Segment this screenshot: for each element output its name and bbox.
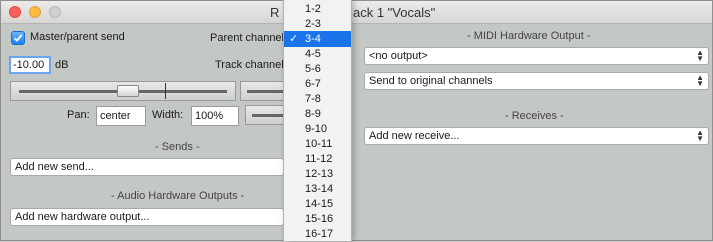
- volume-unity-marker: [165, 83, 166, 99]
- volume-input[interactable]: -10.00: [9, 56, 51, 74]
- channel-menu-item-label: 9-10: [305, 123, 328, 135]
- width-slider[interactable]: [245, 105, 285, 125]
- channel-menu-item[interactable]: 12-13: [284, 166, 351, 182]
- channel-menu-item[interactable]: 15-16: [284, 211, 351, 227]
- add-receive-chevron-icon: ▲ ▼: [696, 128, 704, 143]
- channel-menu-item[interactable]: 6-7: [284, 76, 351, 92]
- channel-menu-item-label: 8-9: [305, 108, 321, 120]
- sends-section-title: - Sends -: [155, 141, 200, 153]
- add-send-label: Add new send...: [15, 161, 94, 173]
- checkmark-icon: ✓: [289, 33, 299, 45]
- channel-menu-item[interactable]: ✓ 3-4: [284, 31, 351, 47]
- channel-menu-item-label: 5-6: [305, 63, 321, 75]
- channel-menu-item-label: 4-5: [305, 48, 321, 60]
- window-title: ack 1 "Vocals": [353, 5, 436, 20]
- volume-slider-thumb[interactable]: [117, 85, 139, 97]
- channel-menu-item[interactable]: 11-12: [284, 151, 351, 167]
- channel-menu-item[interactable]: 14-15: [284, 196, 351, 212]
- routing-window: R ack 1 "Vocals" Master/parent send Pare…: [0, 0, 713, 241]
- midi-output-value: <no output>: [369, 50, 428, 62]
- minimize-window-icon[interactable]: [29, 6, 41, 18]
- channel-menu-item-label: 3-4: [305, 33, 321, 45]
- channel-menu-item[interactable]: 7-8: [284, 91, 351, 107]
- track-channels-label: Track channels: [215, 59, 290, 71]
- master-send-checkbox[interactable]: [11, 31, 25, 45]
- volume-unit-label: dB: [55, 59, 69, 71]
- add-send-dropdown[interactable]: Add new send...: [10, 158, 284, 176]
- width-field[interactable]: 100%: [191, 106, 239, 126]
- channel-menu-item-label: 1-2: [305, 3, 321, 15]
- channel-menu-item[interactable]: 5-6: [284, 61, 351, 77]
- channel-menu-item-label: 14-15: [305, 198, 334, 210]
- add-hardware-output-dropdown[interactable]: Add new hardware output...: [10, 208, 284, 226]
- channel-menu-item-label: 7-8: [305, 93, 321, 105]
- channel-dropdown-menu[interactable]: 1-2 2-3 ✓ 3-4 4-5 5-6 6-7 7-8 8-9 9-10 10-11 11-12 1…: [283, 0, 352, 241]
- channel-menu-item-label: 16-17: [305, 228, 334, 240]
- pan-slider-track: [247, 90, 285, 93]
- add-receive-label: Add new receive...: [369, 130, 460, 142]
- channel-menu-item-label: 13-14: [305, 183, 334, 195]
- zoom-window-icon[interactable]: [49, 6, 61, 18]
- channel-menu-item-label: 15-16: [305, 213, 334, 225]
- midi-channels-chevron-icon: ▲ ▼: [696, 73, 704, 88]
- channel-menu-item[interactable]: 1-2: [284, 1, 351, 17]
- channel-menu-item[interactable]: 13-14: [284, 181, 351, 197]
- close-window-icon[interactable]: [9, 6, 21, 18]
- pan-field[interactable]: center: [96, 106, 146, 126]
- pan-label: Pan:: [67, 109, 90, 121]
- channel-menu-item-label: 12-13: [305, 168, 334, 180]
- channel-menu-item[interactable]: 2-3: [284, 16, 351, 32]
- channel-menu-item[interactable]: 16-17: [284, 226, 351, 242]
- receives-section-title: - Receives -: [505, 110, 564, 122]
- channel-menu-item-label: 11-12: [305, 153, 333, 165]
- channel-menu-item[interactable]: 8-9: [284, 106, 351, 122]
- pan-slider[interactable]: [240, 81, 285, 101]
- channel-menu-item[interactable]: 10-11: [284, 136, 351, 152]
- channel-menu-item[interactable]: 4-5: [284, 46, 351, 62]
- parent-channel-label: Parent channel: [210, 32, 284, 44]
- midi-output-chevron-icon: ▲ ▼: [696, 48, 704, 63]
- add-receive-dropdown[interactable]: Add new receive... ▲ ▼: [364, 127, 709, 145]
- title-bar[interactable]: R ack 1 "Vocals": [1, 1, 712, 24]
- channel-menu-item[interactable]: 9-10: [284, 121, 351, 137]
- add-hardware-output-label: Add new hardware output...: [15, 211, 150, 223]
- channel-menu-item-label: 10-11: [305, 138, 333, 150]
- channel-menu-item-label: 6-7: [305, 78, 321, 90]
- master-send-label: Master/parent send: [30, 31, 125, 43]
- channel-menu-item-label: 2-3: [305, 18, 321, 30]
- width-slider-track: [252, 114, 285, 117]
- midi-channels-value: Send to original channels: [369, 75, 493, 87]
- window-title-start: R: [270, 5, 280, 20]
- midi-channels-dropdown[interactable]: Send to original channels ▲ ▼: [364, 72, 709, 90]
- hardware-outputs-section-title: - Audio Hardware Outputs -: [111, 190, 245, 202]
- volume-slider[interactable]: [10, 81, 236, 101]
- midi-output-dropdown[interactable]: <no output> ▲ ▼: [364, 47, 709, 65]
- midi-output-section-title: - MIDI Hardware Output -: [467, 30, 591, 42]
- width-label: Width:: [152, 109, 184, 121]
